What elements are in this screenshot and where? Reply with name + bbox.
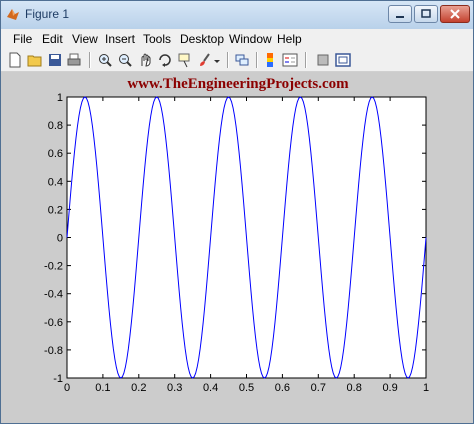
y-tick-label: 0.8 — [48, 120, 63, 132]
y-tick-label: -0.6 — [44, 317, 63, 329]
y-tick-label: 0 — [57, 233, 63, 245]
y-tick-label: -0.4 — [44, 289, 63, 301]
x-tick-label: 0.4 — [203, 382, 218, 394]
x-tick-label: 0.3 — [167, 382, 182, 394]
figure-window: Figure 1 File Edit View Insert Tools Des… — [0, 0, 474, 424]
y-tick-label: 1 — [57, 92, 63, 104]
status-bar — [1, 411, 473, 423]
x-tick-label: 0 — [64, 382, 70, 394]
y-tick-label: -0.2 — [44, 261, 63, 273]
x-tick-label: 0.9 — [382, 382, 397, 394]
x-tick-label: 0.2 — [131, 382, 146, 394]
y-tick-label: -0.8 — [44, 345, 63, 357]
x-tick-label: 0.1 — [95, 382, 110, 394]
x-tick-label: 0.8 — [347, 382, 362, 394]
y-tick-label: -1 — [53, 373, 63, 385]
y-tick-label: 0.6 — [48, 148, 63, 160]
plot-axes[interactable]: 0 0.1 0.2 0.3 0.4 0.5 0.6 0.7 0.8 0.9 1 -1 -0.8 -0.6 -… — [1, 1, 473, 423]
x-tick-label: 0.5 — [239, 382, 254, 394]
x-tick-label: 0.7 — [311, 382, 326, 394]
y-tick-label: 0.4 — [48, 176, 63, 188]
x-tick-label: 1 — [423, 382, 429, 394]
x-tick-label: 0.6 — [275, 382, 290, 394]
y-tick-label: 0.2 — [48, 204, 63, 216]
